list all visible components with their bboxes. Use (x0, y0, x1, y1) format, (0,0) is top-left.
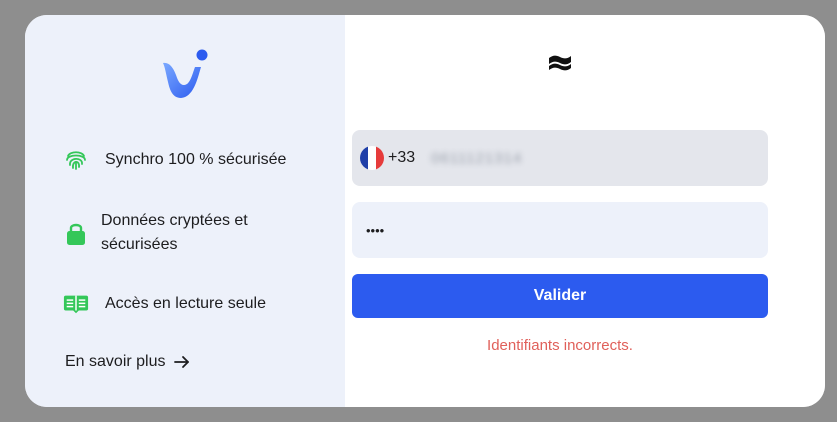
feature-label: Accès en lecture seule (105, 295, 266, 312)
france-flag-icon[interactable] (360, 146, 384, 170)
phone-input[interactable]: +33 0611121314 (352, 130, 768, 186)
open-book-icon (63, 291, 89, 317)
feature-read-only: Accès en lecture seule (63, 291, 266, 317)
feature-label: Synchro 100 % sécurisée (105, 151, 287, 168)
error-message: Identifiants incorrects. (487, 337, 633, 354)
feature-secure-sync: Synchro 100 % sécurisée (63, 147, 286, 173)
bank-logo-icon (549, 55, 571, 71)
feature-label: Données cryptées et sécurisées (101, 212, 248, 253)
learn-more-link[interactable]: En savoir plus (65, 353, 190, 371)
lock-icon (63, 220, 89, 246)
password-value: •••• (366, 222, 385, 238)
features-panel: Synchro 100 % sécurisée Données cryptées… (25, 15, 345, 407)
arrow-right-icon (173, 355, 190, 369)
learn-more-label: En savoir plus (65, 353, 166, 370)
password-input[interactable]: •••• (352, 202, 768, 258)
fingerprint-icon (63, 147, 89, 173)
app-logo-icon (163, 49, 208, 98)
country-code: +33 (388, 149, 416, 166)
phone-number-value: 0611121314 (431, 149, 523, 167)
submit-button[interactable]: Valider (352, 274, 768, 318)
feature-encrypted-data: Données cryptées et sécurisées (63, 209, 248, 257)
